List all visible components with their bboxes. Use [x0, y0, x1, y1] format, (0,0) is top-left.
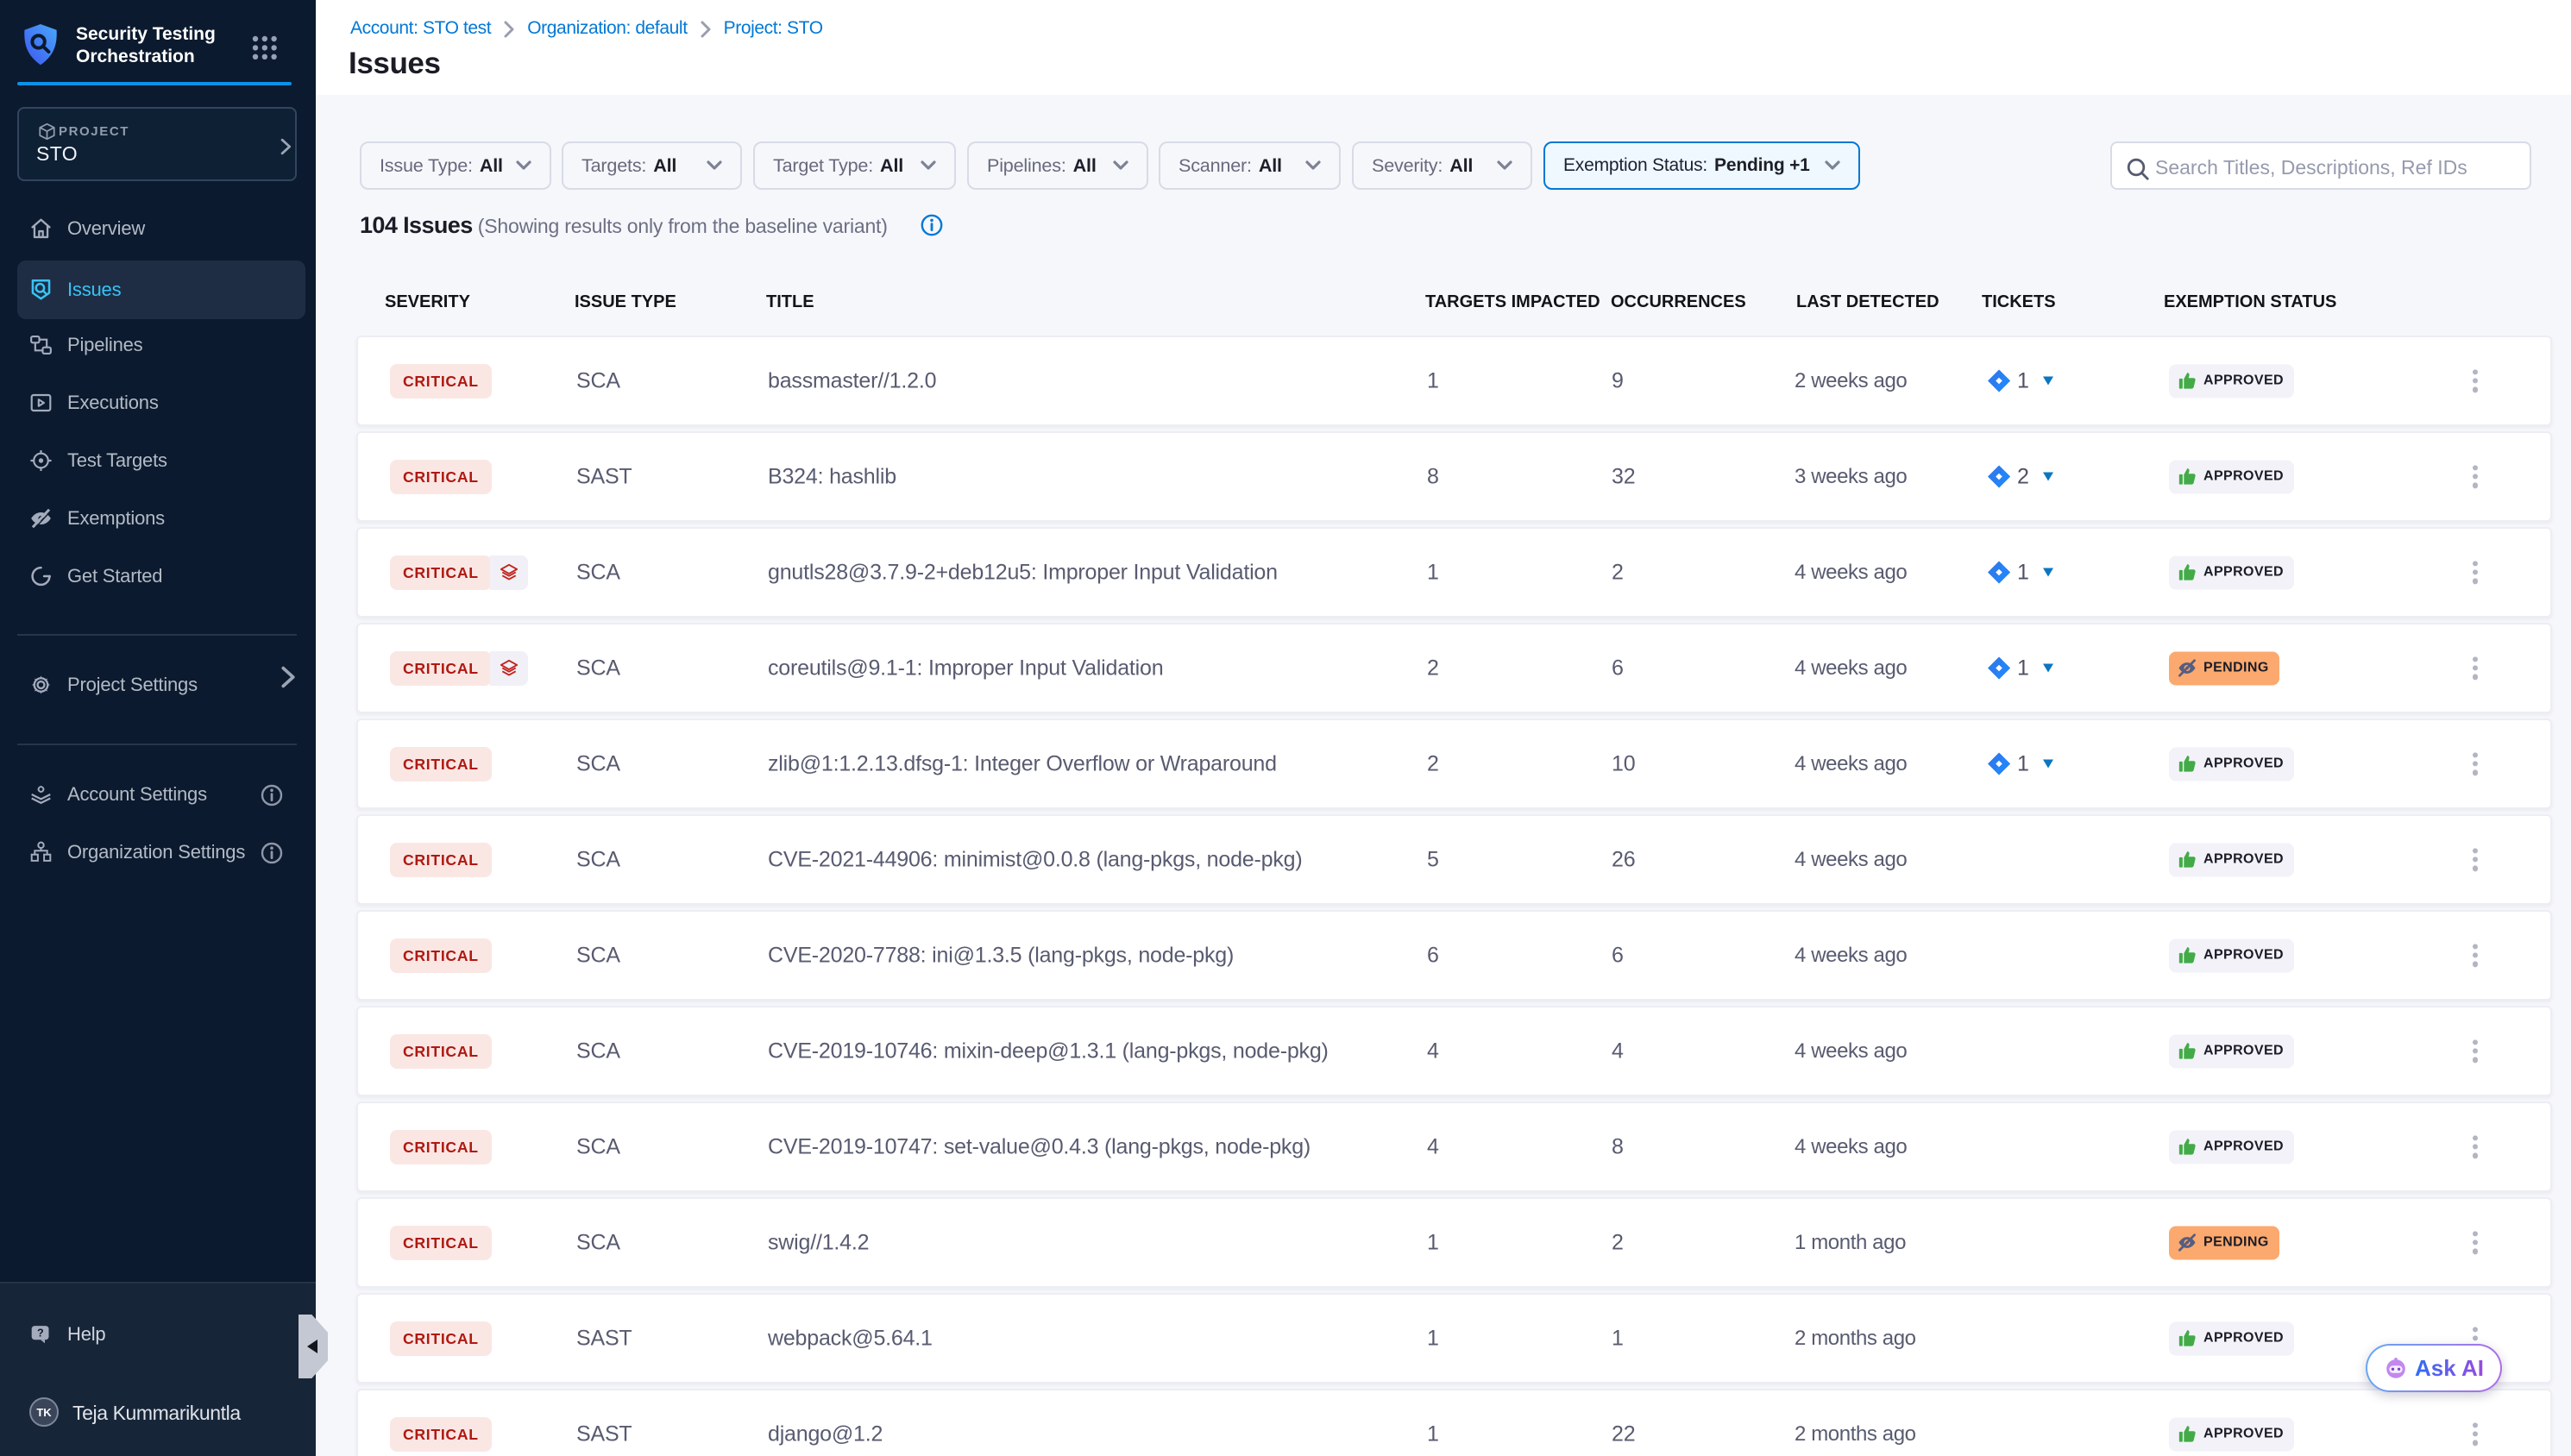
svg-text:?: ? [37, 1327, 44, 1340]
